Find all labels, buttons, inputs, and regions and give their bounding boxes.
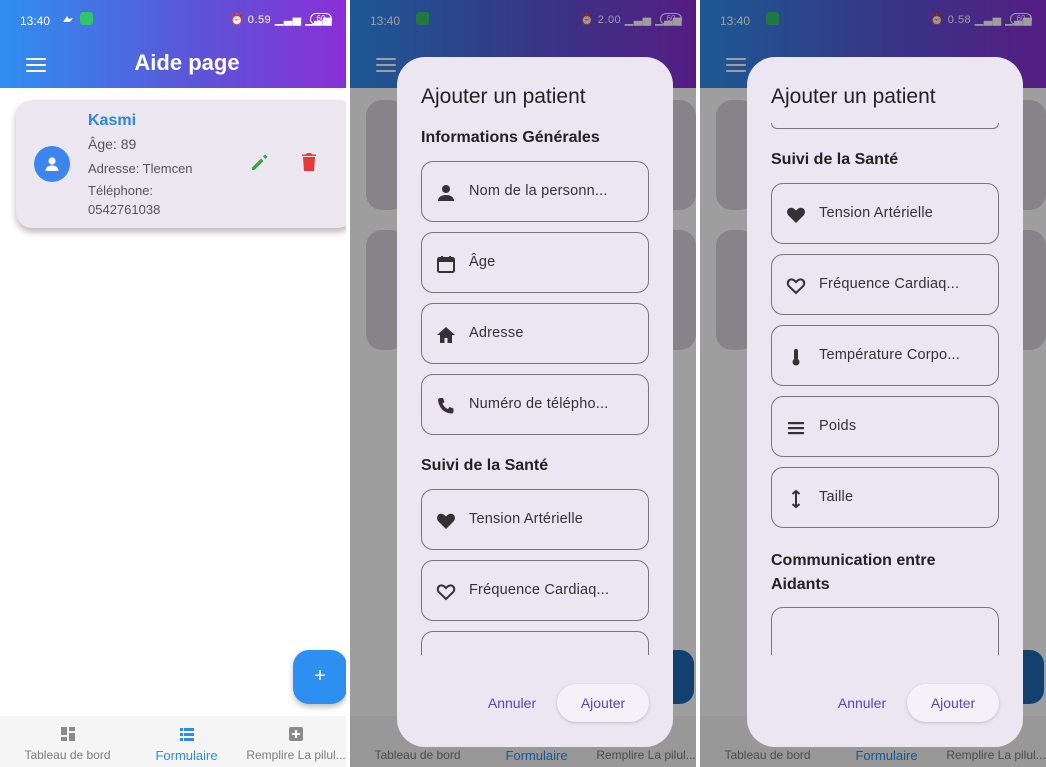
person-icon [45, 157, 59, 171]
nav-remplire-pilule[interactable]: Remplire La pilul... [244, 726, 346, 762]
phone-field[interactable]: Numéro de télépho... [421, 374, 649, 435]
heart-filled-icon [787, 207, 805, 223]
screenshot-separator [696, 0, 700, 767]
section-general: Informations Générales [421, 129, 600, 146]
heart-outline-icon [786, 278, 806, 295]
heart-outline-icon [436, 584, 456, 601]
screen-add-patient-scrolled: 13:40 ⏰ 0.58 ▁▃▅ ▁▃▅ 60 Tableau de bord … [700, 0, 1046, 767]
temperature-field[interactable] [421, 631, 649, 655]
add-button[interactable]: Ajouter [907, 684, 999, 722]
nav-label: Tableau de bord [24, 748, 111, 762]
height-field[interactable]: Taille [771, 467, 999, 528]
bottom-nav: Tableau de bord Formulaire Remplire La p… [0, 716, 346, 767]
field-placeholder: Adresse [469, 325, 524, 341]
thermometer-icon [792, 349, 800, 366]
section-health: Suivi de la Santé [421, 457, 549, 474]
heart-rate-field[interactable]: Fréquence Cardiaq... [771, 254, 999, 315]
phone-icon [438, 398, 454, 414]
cast-icon [63, 16, 73, 22]
screen-patient-list: 13:40 ⏰ 0.59 ▁▃▅ ▁▃▅ 60 Aide page Kasmi … [0, 0, 346, 767]
temperature-field[interactable]: Température Corpo... [771, 325, 999, 386]
home-icon [437, 327, 455, 343]
network-speed: 0.59 [247, 14, 272, 26]
dashboard-icon [60, 727, 75, 741]
heart-rate-field[interactable]: Fréquence Cardiaq... [421, 560, 649, 621]
nav-formulaire[interactable]: Formulaire [129, 726, 244, 763]
patient-name: Kasmi [88, 112, 137, 129]
field-placeholder: Taille [819, 489, 854, 505]
add-patient-button[interactable]: + [293, 650, 346, 704]
field-placeholder: Fréquence Cardiaq... [819, 276, 960, 292]
patient-phone-label: Téléphone: [88, 183, 154, 198]
dialog-title: Ajouter un patient [771, 85, 936, 108]
patient-address: Adresse: Tlemcen [88, 161, 193, 176]
blood-pressure-field[interactable]: Tension Artérielle [421, 489, 649, 550]
cancel-button[interactable]: Annuler [823, 685, 901, 721]
field-placeholder: Tension Artérielle [819, 205, 934, 221]
patient-phone: 0542761038 [88, 202, 161, 217]
screen-add-patient-top: 13:40 ⏰ 2.00 ▁▃▅ ▁▃▅ 60 Tableau de bord … [350, 0, 696, 767]
field-placeholder: Numéro de télépho... [469, 396, 609, 412]
dialog-title: Ajouter un patient [421, 85, 586, 108]
field-placeholder: Nom de la personn... [469, 183, 608, 199]
edit-icon[interactable] [248, 152, 270, 174]
field-bottom-edge [771, 123, 999, 129]
page-title: Aide page [134, 50, 240, 75]
delete-icon[interactable] [299, 151, 319, 173]
nav-label: Remplire La pilul... [246, 748, 346, 762]
field-placeholder: Tension Artérielle [469, 511, 584, 527]
status-bar: 13:40 ⏰ 0.59 ▁▃▅ ▁▃▅ 60 [0, 0, 346, 40]
weight-field[interactable]: Poids [771, 396, 999, 457]
calendar-icon [437, 256, 455, 273]
list-icon [179, 728, 194, 741]
patient-age: Âge: 89 [88, 136, 137, 152]
patient-card[interactable]: Kasmi Âge: 89 Adresse: Tlemcen Téléphone… [16, 100, 346, 228]
battery-icon: 60 [310, 13, 332, 25]
address-field[interactable]: Adresse [421, 303, 649, 364]
add-button[interactable]: Ajouter [557, 684, 649, 722]
field-placeholder: Fréquence Cardiaq... [469, 582, 610, 598]
thermometer-icon [436, 653, 456, 655]
screenshot-separator [346, 0, 350, 767]
avatar [34, 146, 70, 182]
add-patient-dialog: Ajouter un patient Suivi de la Santé Ten… [747, 57, 1023, 747]
add-patient-dialog: Ajouter un patient Informations Générale… [397, 57, 673, 747]
nav-tableau-de-bord[interactable]: Tableau de bord [10, 726, 125, 762]
age-field[interactable]: Âge [421, 232, 649, 293]
patient-list: Kasmi Âge: 89 Adresse: Tlemcen Téléphone… [0, 88, 346, 716]
field-placeholder: Poids [819, 418, 857, 434]
height-icon [791, 489, 801, 509]
communication-textarea[interactable] [771, 607, 999, 655]
blood-pressure-field[interactable]: Tension Artérielle [771, 183, 999, 244]
field-placeholder: Température Corpo... [819, 347, 961, 363]
section-health: Suivi de la Santé [771, 151, 899, 168]
person-icon [438, 185, 454, 201]
status-time: 13:40 [20, 14, 51, 28]
cancel-button[interactable]: Annuler [473, 685, 551, 721]
name-field[interactable]: Nom de la personn... [421, 161, 649, 222]
section-communication: Communication entre Aidants [771, 552, 936, 593]
field-placeholder: Âge [469, 254, 496, 270]
weight-icon [788, 422, 804, 435]
heart-filled-icon [437, 513, 455, 529]
app-bar: 13:40 ⏰ 0.59 ▁▃▅ ▁▃▅ 60 Aide page [0, 0, 346, 88]
dialog-scroll-area[interactable]: Suivi de la Santé Tension Artérielle Fré… [747, 119, 1023, 655]
add-box-icon [289, 727, 303, 741]
notification-icon [80, 12, 93, 25]
dialog-scroll-area[interactable]: Informations Générales Nom de la personn… [397, 119, 673, 655]
nav-label: Formulaire [155, 748, 218, 763]
